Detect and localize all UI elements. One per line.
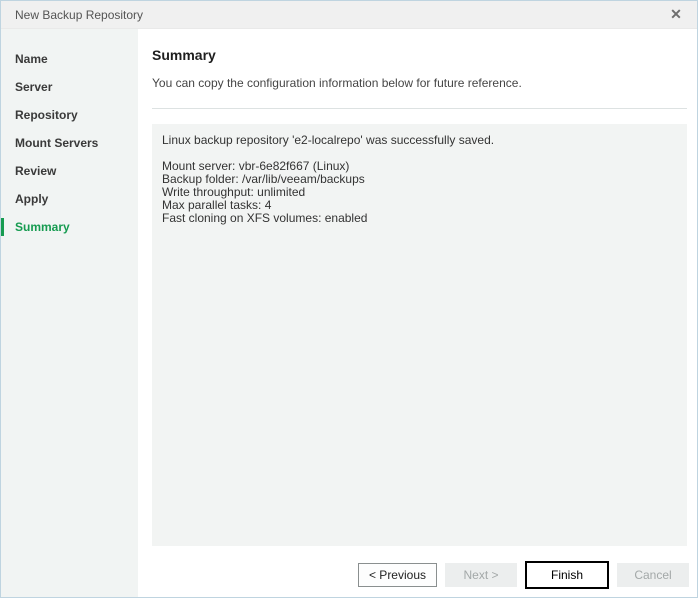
sidebar-item-label: Repository [15,108,78,122]
sidebar-item-summary[interactable]: Summary [1,213,138,241]
summary-status-line: Linux backup repository 'e2-localrepo' w… [162,134,677,147]
wizard-main-pane: Summary You can copy the configuration i… [138,29,697,598]
sidebar-item-repository[interactable]: Repository [1,101,138,129]
window-title: New Backup Repository [15,8,143,22]
sidebar-item-label: Server [15,80,52,94]
summary-panel: Linux backup repository 'e2-localrepo' w… [152,124,687,546]
titlebar: New Backup Repository ✕ [1,1,697,29]
sidebar-item-name[interactable]: Name [1,45,138,73]
sidebar-item-review[interactable]: Review [1,157,138,185]
cancel-button[interactable]: Cancel [617,563,689,587]
sidebar-item-label: Apply [15,192,48,206]
wizard-footer: < Previous Next > Finish Cancel [358,561,689,589]
sidebar-item-mount-servers[interactable]: Mount Servers [1,129,138,157]
close-icon[interactable]: ✕ [663,3,689,27]
sidebar-item-label: Summary [15,220,70,234]
finish-button[interactable]: Finish [525,561,609,589]
previous-button[interactable]: < Previous [358,563,437,587]
wizard-step-sidebar: Name Server Repository Mount Servers Rev… [1,29,138,598]
sidebar-item-label: Mount Servers [15,136,98,150]
page-subtitle: You can copy the configuration informati… [152,76,687,90]
wizard-body: Name Server Repository Mount Servers Rev… [1,29,697,598]
page-title: Summary [152,47,687,63]
summary-detail-line: Fast cloning on XFS volumes: enabled [162,212,677,225]
wizard-window: New Backup Repository ✕ Name Server Repo… [0,0,698,598]
sidebar-item-apply[interactable]: Apply [1,185,138,213]
next-button[interactable]: Next > [445,563,517,587]
sidebar-item-label: Name [15,52,48,66]
sidebar-item-label: Review [15,164,56,178]
active-step-indicator [1,218,4,236]
sidebar-item-server[interactable]: Server [1,73,138,101]
divider [152,108,687,109]
